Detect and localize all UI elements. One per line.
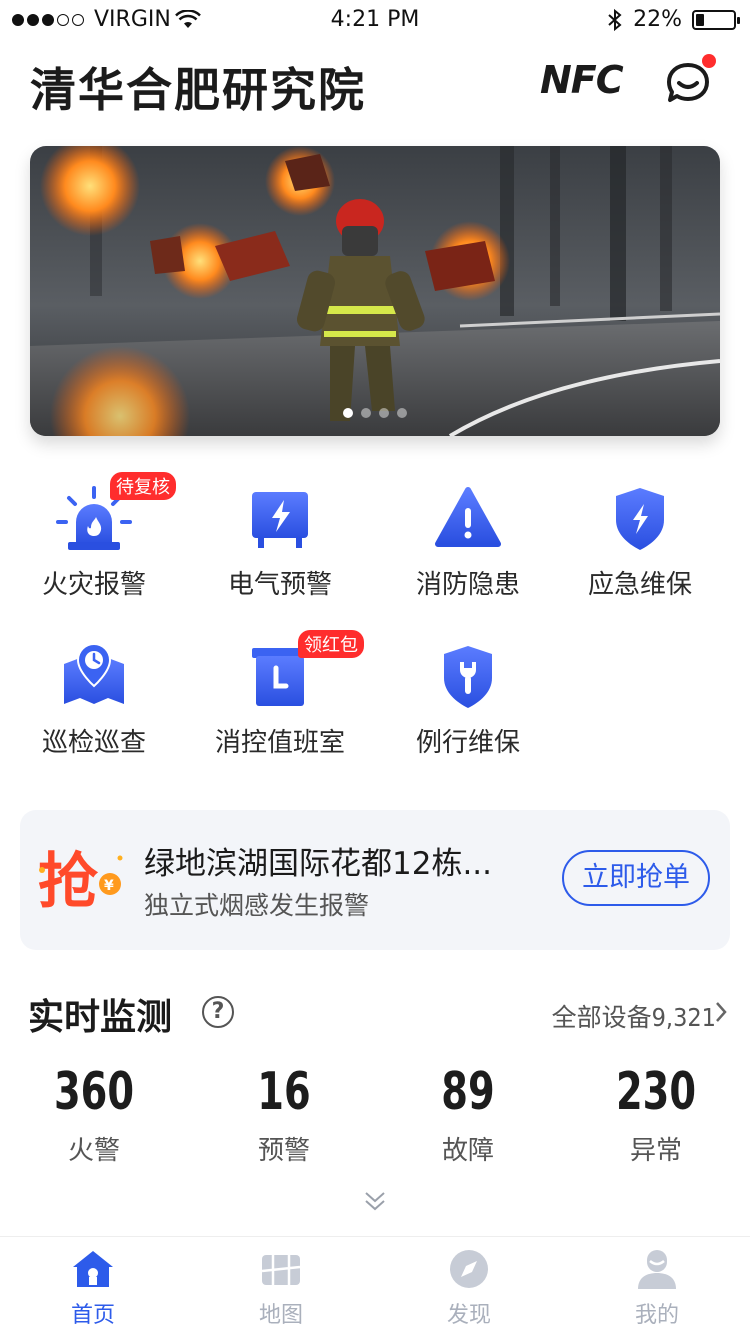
stat-fault[interactable]: 89 故障 [388, 1062, 548, 1167]
compass-icon [450, 1250, 488, 1288]
banner-carousel[interactable] [30, 146, 720, 436]
stat-value: 360 [53, 1062, 135, 1122]
grid-item-fire-alarm[interactable]: 待复核 火灾报警 [14, 472, 176, 614]
grid-item-electric-warning[interactable]: 电气预警 [200, 484, 360, 614]
grid-item-emergency-maintenance[interactable]: 应急维保 [560, 484, 720, 614]
grid-item-fire-hazard[interactable]: 消防隐患 [388, 484, 548, 614]
map-clock-icon [64, 642, 124, 704]
grid-item-label: 消控值班室 [214, 728, 345, 758]
all-devices-count: 9,321 [651, 1003, 716, 1032]
tag-pending-review: 待复核 [110, 472, 176, 500]
status-bar: VIRGIN 4:21 PM 22% [0, 0, 750, 40]
grab-logo-text: 抢 [38, 847, 99, 917]
grid-item-label: 火灾报警 [41, 570, 146, 600]
stat-label: 故障 [441, 1136, 494, 1166]
grid-item-label: 消防隐患 [415, 570, 520, 600]
order-title: 绿地滨湖国际花都12栋... [144, 846, 493, 882]
stat-abnormal[interactable]: 230 异常 [576, 1062, 736, 1167]
pager-dot[interactable] [379, 408, 389, 418]
grid-item-label: 电气预警 [227, 570, 332, 600]
grab-order-card[interactable]: 抢 ¥ 绿地滨湖国际花都12栋... 独立式烟感发生报警 立即抢单 [20, 810, 730, 950]
all-devices-link[interactable]: 全部设备9,321 [552, 998, 716, 1034]
stat-fire[interactable]: 360 火警 [14, 1062, 174, 1167]
tab-map[interactable]: 地图 [221, 1237, 341, 1334]
tab-bar: 首页 地图 发现 我的 [0, 1236, 750, 1334]
tab-profile[interactable]: 我的 [597, 1237, 717, 1334]
section-title: 实时监测 [28, 997, 173, 1038]
stat-label: 预警 [257, 1136, 310, 1166]
grid-item-label: 例行维保 [415, 728, 520, 758]
tab-discover[interactable]: 发现 [409, 1237, 529, 1334]
nfc-button[interactable]: NFC [540, 58, 624, 102]
grid-item-routine-maintenance[interactable]: 例行维保 [388, 642, 548, 772]
message-button[interactable] [664, 54, 716, 108]
chevron-double-down-icon[interactable] [362, 1188, 388, 1214]
tab-label: 地图 [258, 1303, 303, 1328]
pager-dot[interactable] [397, 408, 407, 418]
electric-box-icon [252, 492, 308, 548]
map-icon [261, 1255, 301, 1285]
unread-dot [702, 54, 716, 68]
tag-red-packet: 领红包 [298, 630, 364, 658]
shield-wrench-icon [444, 646, 492, 708]
stat-warning[interactable]: 16 预警 [204, 1062, 364, 1167]
grab-logo-icon: 抢 ¥ [38, 847, 123, 917]
tab-label: 我的 [634, 1303, 679, 1328]
tab-label: 发现 [446, 1303, 491, 1328]
stat-value: 16 [257, 1062, 311, 1122]
banner-firefighter-image [30, 146, 720, 436]
help-icon[interactable]: ? [202, 996, 234, 1028]
stat-label: 异常 [629, 1136, 682, 1166]
chevron-right-icon [714, 1000, 728, 1031]
app-header: 清华合肥研究院 NFC [0, 48, 750, 128]
grid-item-label: 应急维保 [587, 570, 692, 600]
stat-label: 火警 [67, 1136, 120, 1166]
grid-item-control-room[interactable]: 领红包 消控值班室 [200, 630, 364, 772]
grid-item-patrol-inspection[interactable]: 巡检巡查 [14, 642, 174, 772]
bluetooth-icon [608, 8, 622, 31]
stat-value: 230 [615, 1062, 697, 1122]
home-icon [73, 1251, 113, 1287]
order-subtitle: 独立式烟感发生报警 [144, 891, 370, 920]
realtime-header: 实时监测 ? 全部设备9,321 [28, 988, 728, 1038]
pager-dot[interactable] [361, 408, 371, 418]
banner-pager [30, 408, 720, 418]
battery-icon [692, 9, 740, 30]
stat-value: 89 [441, 1062, 495, 1122]
tab-home[interactable]: 首页 [33, 1237, 153, 1334]
battery-percent: 22% [633, 7, 682, 32]
svg-text:¥: ¥ [104, 878, 114, 894]
all-devices-label: 全部设备 [551, 1003, 652, 1032]
pager-dot[interactable] [343, 408, 353, 418]
grab-order-button[interactable]: 立即抢单 [562, 850, 710, 906]
shield-bolt-icon [616, 488, 664, 550]
page-title: 清华合肥研究院 [30, 63, 366, 117]
tab-label: 首页 [70, 1303, 115, 1328]
grid-item-label: 巡检巡查 [41, 728, 146, 758]
profile-icon [638, 1250, 676, 1289]
warning-triangle-icon [435, 487, 501, 547]
